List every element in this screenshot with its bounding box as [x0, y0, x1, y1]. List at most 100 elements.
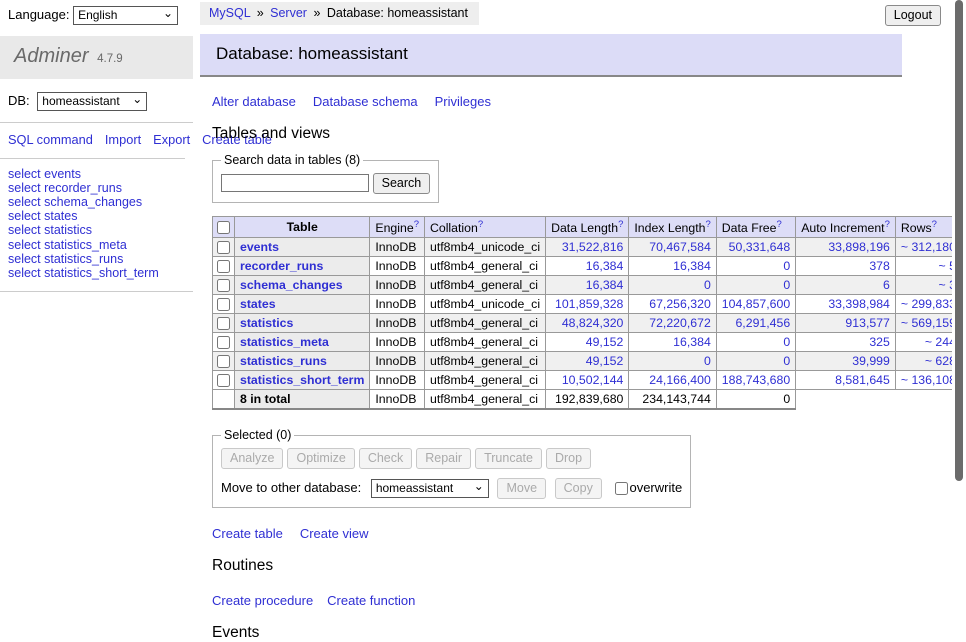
sidebar-select-table-link[interactable]: select statistics_meta [8, 238, 185, 252]
move-db-select[interactable]: homeassistant [371, 479, 489, 498]
data-length-link[interactable]: 48,824,320 [562, 316, 624, 330]
data-free-link[interactable]: 188,743,680 [722, 373, 790, 387]
row-select-checkbox[interactable] [217, 298, 230, 311]
sidebar-action-link[interactable]: Import [105, 132, 141, 147]
data-length-link[interactable]: 31,522,816 [562, 240, 624, 254]
auto-increment-link[interactable]: 33,898,196 [828, 240, 890, 254]
column-help-link[interactable]: ? [885, 219, 890, 230]
data-length-link[interactable]: 49,152 [586, 335, 624, 349]
table-operation-button[interactable]: Truncate [475, 448, 542, 469]
sidebar-select-table-link[interactable]: select statistics_short_term [8, 266, 185, 280]
table-name-link[interactable]: events [240, 240, 279, 254]
data-length-link[interactable]: 10,502,144 [562, 373, 624, 387]
table-name-link[interactable]: recorder_runs [240, 259, 323, 273]
rows-count-link[interactable]: ~ 299,833 [901, 297, 956, 311]
data-length-link[interactable]: 16,384 [586, 278, 624, 292]
index-length-link[interactable]: 16,384 [673, 335, 711, 349]
data-free-link[interactable]: 0 [783, 354, 790, 368]
index-length-link[interactable]: 72,220,672 [649, 316, 711, 330]
data-free-link[interactable]: 0 [783, 259, 790, 273]
sidebar-action-link[interactable]: SQL command [8, 132, 93, 147]
create-link[interactable]: Create table [212, 526, 283, 541]
sidebar-select-table-link[interactable]: select statistics [8, 223, 185, 237]
column-help-link[interactable]: ? [932, 219, 937, 230]
sidebar-select-table-link[interactable]: select events [8, 167, 185, 181]
auto-increment-link[interactable]: 8,581,645 [835, 373, 890, 387]
create-link[interactable]: Create view [300, 526, 369, 541]
routine-create-link[interactable]: Create function [327, 593, 415, 608]
row-select-checkbox[interactable] [217, 279, 230, 292]
index-length-link[interactable]: 24,166,400 [649, 373, 711, 387]
search-button[interactable]: Search [373, 173, 431, 194]
select-all-checkbox[interactable] [217, 221, 230, 234]
auto-increment-link[interactable]: 378 [869, 259, 890, 273]
overwrite-checkbox[interactable] [615, 482, 628, 495]
data-free-link[interactable]: 50,331,648 [729, 240, 791, 254]
move-button[interactable]: Move [497, 478, 546, 499]
row-select-checkbox[interactable] [217, 336, 230, 349]
table-name-link[interactable]: states [240, 297, 276, 311]
index-length-link[interactable]: 16,384 [673, 259, 711, 273]
selected-fieldset: Selected (0) AnalyzeOptimizeCheckRepairT… [212, 428, 691, 508]
data-free-link[interactable]: 6,291,456 [735, 316, 790, 330]
copy-button[interactable]: Copy [555, 478, 602, 499]
auto-increment-link[interactable]: 33,398,984 [828, 297, 890, 311]
sidebar-select-table-link[interactable]: select schema_changes [8, 195, 185, 209]
data-free-link[interactable]: 104,857,600 [722, 297, 790, 311]
auto-increment-link[interactable]: 39,999 [852, 354, 890, 368]
row-select-checkbox[interactable] [217, 317, 230, 330]
db-select[interactable]: homeassistant [37, 92, 147, 111]
row-select-checkbox[interactable] [217, 241, 230, 254]
rows-count-link[interactable]: ~ 136,108 [901, 373, 956, 387]
database-action-link[interactable]: Database schema [313, 94, 418, 109]
sidebar-select-table-link[interactable]: select states [8, 209, 185, 223]
column-help-link[interactable]: ? [706, 219, 711, 230]
sidebar-select-table-link[interactable]: select recorder_runs [8, 181, 185, 195]
row-select-checkbox[interactable] [217, 374, 230, 387]
table-name-link[interactable]: schema_changes [240, 278, 343, 292]
index-length-link[interactable]: 0 [704, 354, 711, 368]
index-length-link[interactable]: 0 [704, 278, 711, 292]
routine-create-link[interactable]: Create procedure [212, 593, 313, 608]
sidebar-action-link[interactable]: Export [153, 132, 190, 147]
vertical-scrollbar-track[interactable] [952, 0, 966, 543]
auto-increment-link[interactable]: 325 [869, 335, 890, 349]
table-name-link[interactable]: statistics_meta [240, 335, 329, 349]
table-name-link[interactable]: statistics_runs [240, 354, 327, 368]
column-help-link[interactable]: ? [618, 219, 623, 230]
index-length-link[interactable]: 70,467,584 [649, 240, 711, 254]
table-operation-button[interactable]: Optimize [287, 448, 354, 469]
auto-increment-link[interactable]: 6 [883, 278, 890, 292]
table-operation-button[interactable]: Check [359, 448, 412, 469]
database-action-link[interactable]: Privileges [435, 94, 491, 109]
rows-count-link[interactable]: ~ 569,159 [901, 316, 956, 330]
row-select-checkbox[interactable] [217, 260, 230, 273]
table-name-link[interactable]: statistics [240, 316, 293, 330]
database-action-link[interactable]: Alter database [212, 94, 296, 109]
index-length-link[interactable]: 67,256,320 [649, 297, 711, 311]
collation-cell: utf8mb4_general_ci [424, 371, 545, 390]
tables-overview-table: TableEngine?Collation?Data Length?Index … [212, 216, 966, 410]
sidebar-select-table-link[interactable]: select statistics_runs [8, 252, 185, 266]
breadcrumb-server-type-link[interactable]: MySQL [209, 6, 250, 20]
row-select-checkbox[interactable] [217, 355, 230, 368]
column-help-link[interactable]: ? [414, 219, 419, 230]
data-free-link[interactable]: 0 [783, 335, 790, 349]
data-length-link[interactable]: 101,859,328 [555, 297, 623, 311]
logout-button[interactable]: Logout [885, 5, 941, 26]
breadcrumb-server-link[interactable]: Server [270, 6, 307, 20]
table-operation-button[interactable]: Analyze [221, 448, 283, 469]
auto-increment-link[interactable]: 913,577 [845, 316, 889, 330]
column-help-link[interactable]: ? [478, 219, 483, 230]
search-input[interactable] [221, 174, 369, 192]
table-name-link[interactable]: statistics_short_term [240, 373, 364, 387]
data-length-link[interactable]: 16,384 [586, 259, 624, 273]
language-select[interactable]: English [73, 6, 178, 25]
rows-count-link[interactable]: ~ 312,180 [901, 240, 956, 254]
data-length-link[interactable]: 49,152 [586, 354, 624, 368]
data-free-link[interactable]: 0 [783, 278, 790, 292]
column-help-link[interactable]: ? [776, 219, 781, 230]
table-operation-button[interactable]: Drop [546, 448, 591, 469]
table-operation-button[interactable]: Repair [416, 448, 471, 469]
vertical-scrollbar-thumb[interactable] [955, 0, 963, 481]
